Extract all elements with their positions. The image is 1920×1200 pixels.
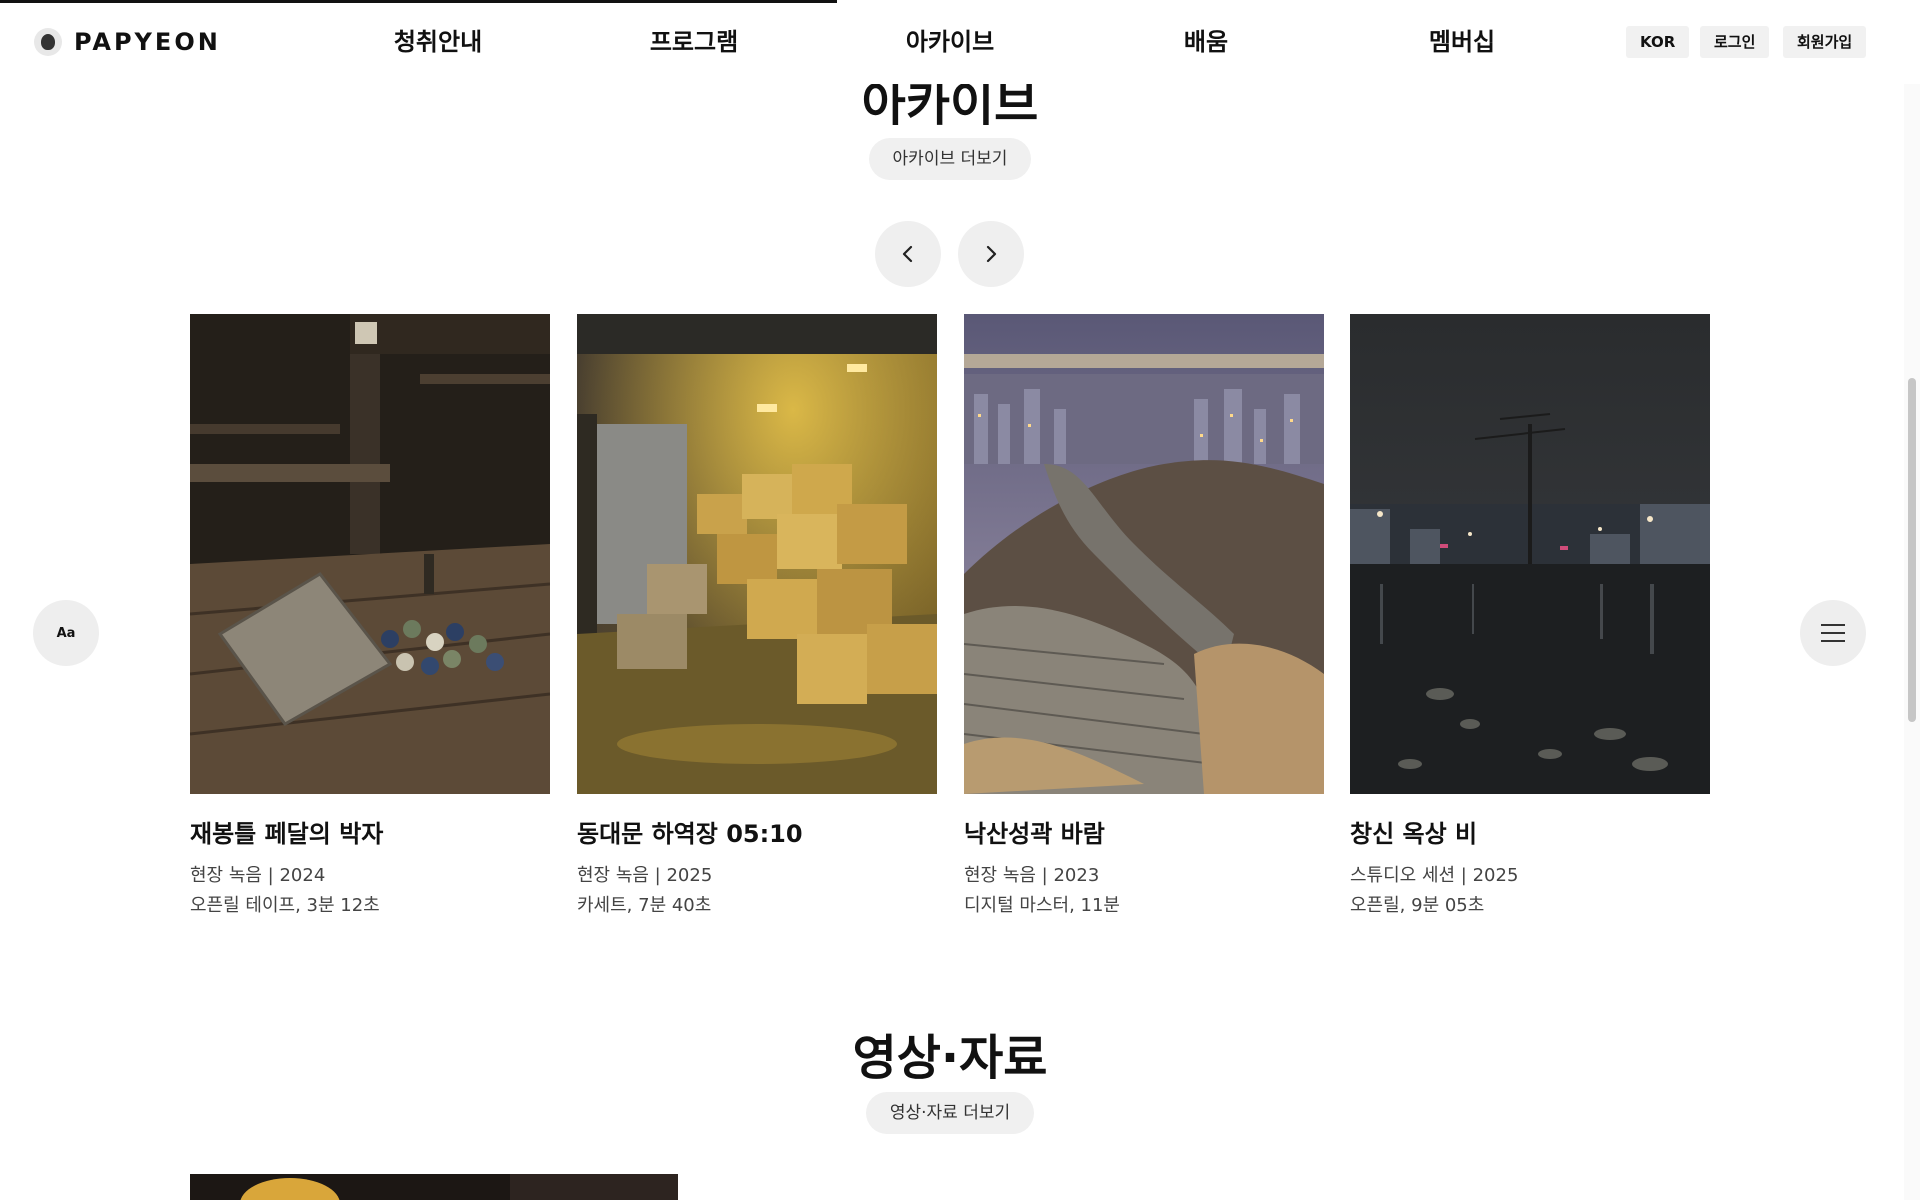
- nav-item-program[interactable]: 프로그램: [650, 24, 738, 60]
- language-button[interactable]: KOR: [1626, 26, 1690, 58]
- card-meta-type-year: 현장 녹음 | 2025: [577, 865, 713, 886]
- card-title: 낙산성곽 바람: [964, 820, 1105, 848]
- card-meta-format-duration: 오픈릴, 9분 05초: [1350, 895, 1485, 916]
- chevron-left-icon: [902, 245, 913, 263]
- carousel-next-button[interactable]: [958, 221, 1024, 287]
- page-scrollbar[interactable]: [1904, 0, 1920, 1200]
- nav-item-membership[interactable]: 멤버십: [1429, 24, 1495, 60]
- card-image-loading-dock: [577, 314, 937, 794]
- card-meta-format-duration: 오픈릴 테이프, 3분 12초: [190, 895, 380, 916]
- archive-more-button[interactable]: 아카이브 더보기: [869, 138, 1031, 180]
- archive-card[interactable]: 재봉틀 페달의 박자 현장 녹음 | 2024 오픈릴 테이프, 3분 12초: [190, 314, 550, 921]
- nav-item-learning[interactable]: 배움: [1184, 24, 1228, 60]
- nav-item-listening-guide[interactable]: 청취안내: [394, 24, 482, 60]
- font-size-label: Aa: [56, 625, 76, 641]
- menu-button[interactable]: [1800, 600, 1866, 666]
- card-meta-type-year: 현장 녹음 | 2024: [190, 865, 326, 886]
- site-header: PAPYEON 청취안내 프로그램 아카이브 배움 멤버십 KOR 로그인 회원…: [0, 0, 1920, 84]
- login-button[interactable]: 로그인: [1700, 26, 1770, 58]
- card-image-fortress-wall: [964, 314, 1324, 794]
- card-meta-type-year: 스튜디오 세션 | 2025: [1350, 865, 1519, 886]
- archive-card[interactable]: 동대문 하역장 05:10 현장 녹음 | 2025 카세트, 7분 40초: [577, 314, 937, 921]
- card-title: 동대문 하역장 05:10: [577, 820, 803, 848]
- card-title: 창신 옥상 비: [1350, 820, 1478, 848]
- chevron-right-icon: [986, 245, 997, 263]
- card-image-sewing-room: [190, 314, 550, 794]
- carousel-prev-button[interactable]: [875, 221, 941, 287]
- scroll-progress-bar: [0, 0, 1920, 3]
- nav-item-archive[interactable]: 아카이브: [906, 24, 994, 60]
- font-size-button[interactable]: Aa: [33, 600, 99, 666]
- card-meta-type-year: 현장 녹음 | 2023: [964, 865, 1100, 886]
- hamburger-menu-icon: [1821, 624, 1845, 642]
- video-title: 영상·자료: [852, 1030, 1048, 1086]
- card-meta-format-duration: 카세트, 7분 40초: [577, 895, 712, 916]
- card-title: 재봉틀 페달의 박자: [190, 820, 384, 848]
- scrollbar-thumb[interactable]: [1908, 378, 1916, 722]
- signup-button[interactable]: 회원가입: [1783, 26, 1867, 58]
- card-meta-format-duration: 디지털 마스터, 11분: [964, 895, 1120, 916]
- video-card-image[interactable]: [190, 1174, 678, 1200]
- archive-card[interactable]: 창신 옥상 비 스튜디오 세션 | 2025 오픈릴, 9분 05초: [1350, 314, 1710, 921]
- video-more-button[interactable]: 영상·자료 더보기: [866, 1092, 1034, 1134]
- archive-card[interactable]: 낙산성곽 바람 현장 녹음 | 2023 디지털 마스터, 11분: [964, 314, 1324, 921]
- card-image-rainy-rooftop: [1350, 314, 1710, 794]
- scroll-progress-fill: [0, 0, 838, 3]
